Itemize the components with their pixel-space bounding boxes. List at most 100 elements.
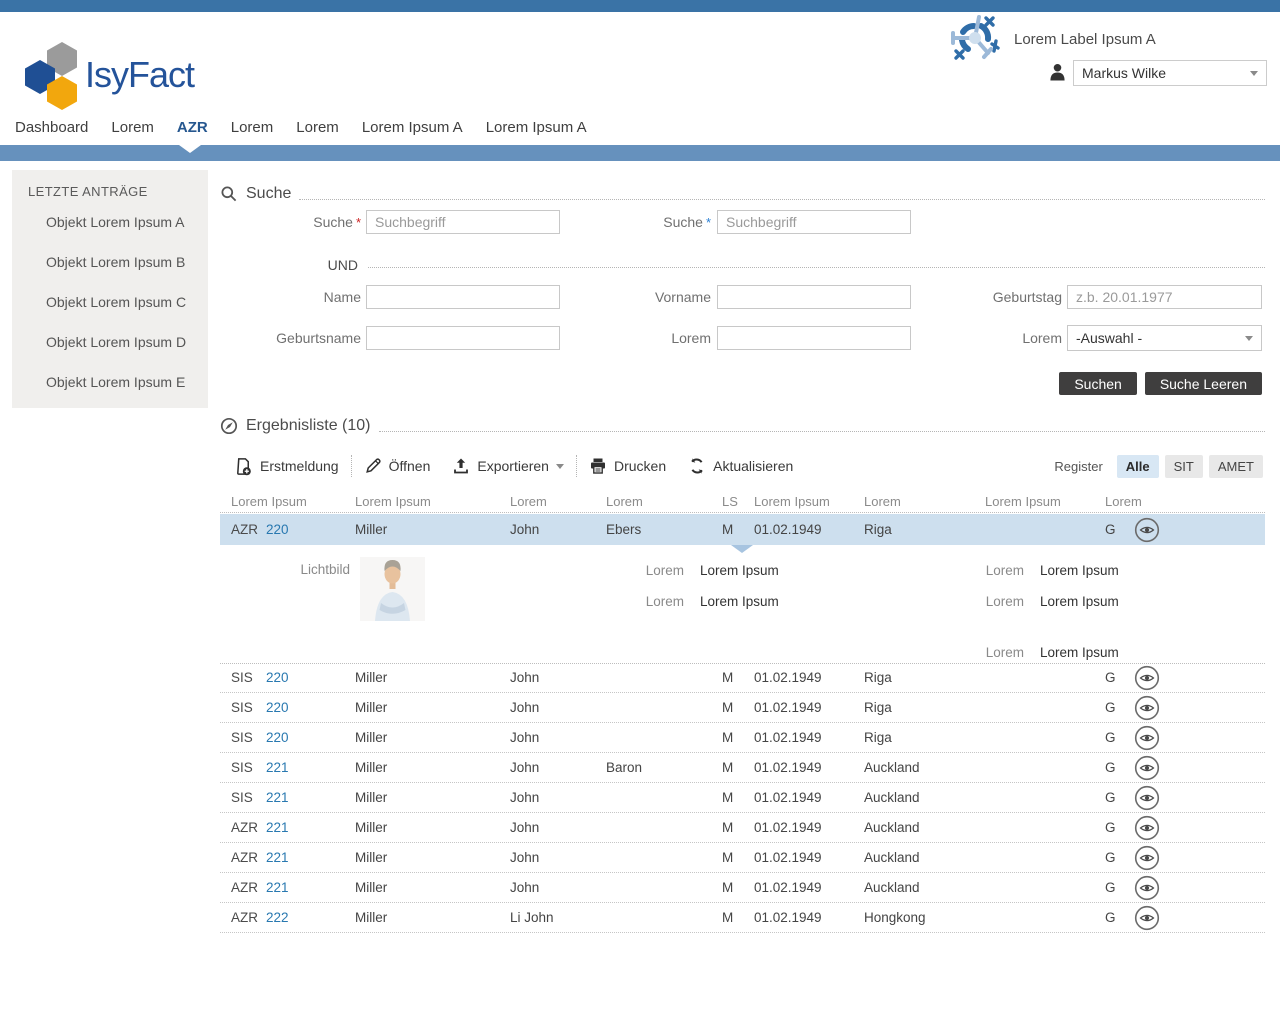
cell-birthdate: 01.02.1949 [754, 910, 864, 925]
geburtsname-input[interactable] [366, 326, 560, 350]
cell-name: Miller [355, 700, 510, 715]
user-icon [1049, 62, 1066, 82]
top-accent-bar [0, 0, 1280, 12]
table-row-8[interactable]: AZR221MillerJohnM01.02.1949AucklandG [220, 843, 1265, 873]
nav-item-dashboard-0[interactable]: Dashboard [15, 119, 88, 136]
row-id-link[interactable]: 221 [266, 880, 289, 895]
nav-item-lorem-4[interactable]: Lorem [296, 119, 339, 136]
vorname-input[interactable] [717, 285, 911, 309]
register-tab-alle[interactable]: Alle [1117, 455, 1159, 478]
cell-name: Miller [355, 730, 510, 745]
sidebar-item-objekt-lorem-ipsum-e[interactable]: Objekt Lorem Ipsum E [12, 362, 208, 402]
cell-type-id: SIS221 [231, 760, 355, 775]
cell-firstname: John [510, 730, 606, 745]
detail-right-value-2: Lorem Ipsum [1040, 594, 1119, 609]
erstmeldung-button[interactable]: Erstmeldung [234, 457, 339, 476]
eye-button[interactable] [1134, 665, 1160, 691]
table-row-1[interactable]: AZR220MillerJohnEbersM01.02.1949RigaG [220, 514, 1265, 545]
eye-icon [1134, 725, 1160, 751]
nav-item-azr-2[interactable]: AZR [177, 119, 208, 136]
table-row-2[interactable]: SIS220MillerJohnM01.02.1949RigaG [220, 663, 1265, 693]
eye-button[interactable] [1134, 815, 1160, 841]
table-row-9[interactable]: AZR221MillerJohnM01.02.1949AucklandG [220, 873, 1265, 903]
eye-button[interactable] [1134, 755, 1160, 781]
register-tab-sit[interactable]: SIT [1165, 455, 1203, 478]
nav-item-lorem-ipsum-a-6[interactable]: Lorem Ipsum A [486, 119, 587, 136]
eye-icon [1134, 755, 1160, 781]
eye-button[interactable] [1134, 785, 1160, 811]
cell-actions [1130, 755, 1160, 781]
eye-button[interactable] [1134, 845, 1160, 871]
row-id-link[interactable]: 221 [266, 760, 289, 775]
brand-logo[interactable]: IsyFact [25, 40, 245, 112]
user-dropdown[interactable]: Markus Wilke [1073, 60, 1267, 86]
nav-item-lorem-ipsum-a-5[interactable]: Lorem Ipsum A [362, 119, 463, 136]
suche2-input[interactable] [717, 210, 911, 234]
geburtstag-input[interactable] [1067, 285, 1262, 309]
drucken-button[interactable]: Drucken [589, 457, 666, 475]
aktualisieren-button[interactable]: Aktualisieren [688, 457, 793, 475]
eye-icon [1134, 845, 1160, 871]
suche-leeren-button[interactable]: Suche Leeren [1145, 372, 1262, 395]
document-add-icon [234, 457, 253, 476]
detail-right-value-3: Lorem Ipsum [1040, 645, 1119, 660]
table-row-10[interactable]: AZR222MillerLi JohnM01.02.1949HongkongG [220, 903, 1265, 933]
cell-type-id: AZR221 [231, 850, 355, 865]
nav-item-lorem-3[interactable]: Lorem [231, 119, 274, 136]
row-id-link[interactable]: 222 [266, 910, 289, 925]
row-id-link[interactable]: 220 [266, 730, 289, 745]
row-id-link[interactable]: 220 [266, 700, 289, 715]
register-tab-amet[interactable]: AMET [1209, 455, 1263, 478]
cell-firstname: John [510, 820, 606, 835]
suche1-input[interactable] [366, 210, 560, 234]
row-id-link[interactable]: 220 [266, 522, 289, 537]
cell-actions [1130, 665, 1160, 691]
table-row-4[interactable]: SIS220MillerJohnM01.02.1949RigaG [220, 723, 1265, 753]
suchen-button[interactable]: Suchen [1059, 372, 1136, 395]
cell-type-id: SIS221 [231, 790, 355, 805]
cell-name: Miller [355, 850, 510, 865]
oeffnen-button[interactable]: Öffnen [364, 457, 431, 475]
eye-button[interactable] [1134, 875, 1160, 901]
row-detail-panel: Lichtbild LoremLorem IpsumLoremLorem Ips… [220, 545, 1265, 664]
exportieren-button[interactable]: Exportieren [452, 457, 564, 475]
table-row-5[interactable]: SIS221MillerJohnBaronM01.02.1949Auckland… [220, 753, 1265, 783]
sidebar-item-objekt-lorem-ipsum-d[interactable]: Objekt Lorem Ipsum D [12, 322, 208, 362]
sidebar-item-objekt-lorem-ipsum-a[interactable]: Objekt Lorem Ipsum A [12, 202, 208, 242]
cell-type-id: SIS220 [231, 700, 355, 715]
nav-item-lorem-1[interactable]: Lorem [111, 119, 154, 136]
lorem-text-input[interactable] [717, 326, 911, 350]
chevron-down-icon [1245, 336, 1253, 345]
cell-birthdate: 01.02.1949 [754, 522, 864, 537]
cell-firstname: John [510, 850, 606, 865]
eye-button[interactable] [1134, 725, 1160, 751]
detail-right-label-3: Lorem [944, 645, 1024, 660]
sidebar-item-objekt-lorem-ipsum-b[interactable]: Objekt Lorem Ipsum B [12, 242, 208, 282]
row-id-link[interactable]: 220 [266, 670, 289, 685]
cell-alias: Baron [606, 760, 722, 775]
table-row-3[interactable]: SIS220MillerJohnM01.02.1949RigaG [220, 693, 1265, 723]
cell-name: Miller [355, 522, 510, 537]
row-id-link[interactable]: 221 [266, 820, 289, 835]
table-row-7[interactable]: AZR221MillerJohnM01.02.1949AucklandG [220, 813, 1265, 843]
search-title: Suche [246, 185, 291, 203]
suche1-required: * [356, 215, 361, 230]
cell-ls: M [722, 820, 754, 835]
row-id-link[interactable]: 221 [266, 790, 289, 805]
eye-button[interactable] [1134, 517, 1160, 543]
cell-firstname: John [510, 760, 606, 775]
sidebar-item-objekt-lorem-ipsum-c[interactable]: Objekt Lorem Ipsum C [12, 282, 208, 322]
cell-city: Auckland [864, 880, 985, 895]
eye-button[interactable] [1134, 905, 1160, 931]
eye-icon [1134, 875, 1160, 901]
lorem-select[interactable]: -Auswahl - [1067, 325, 1262, 351]
column-header-4: Lorem [606, 494, 722, 509]
toolbar-divider [576, 455, 577, 477]
name-input[interactable] [366, 285, 560, 309]
table-row-6[interactable]: SIS221MillerJohnM01.02.1949AucklandG [220, 783, 1265, 813]
geburtsname-label: Geburtsname [220, 326, 361, 350]
lorem-select-value: -Auswahl - [1076, 330, 1142, 346]
eye-button[interactable] [1134, 695, 1160, 721]
row-id-link[interactable]: 221 [266, 850, 289, 865]
cell-actions [1130, 815, 1160, 841]
